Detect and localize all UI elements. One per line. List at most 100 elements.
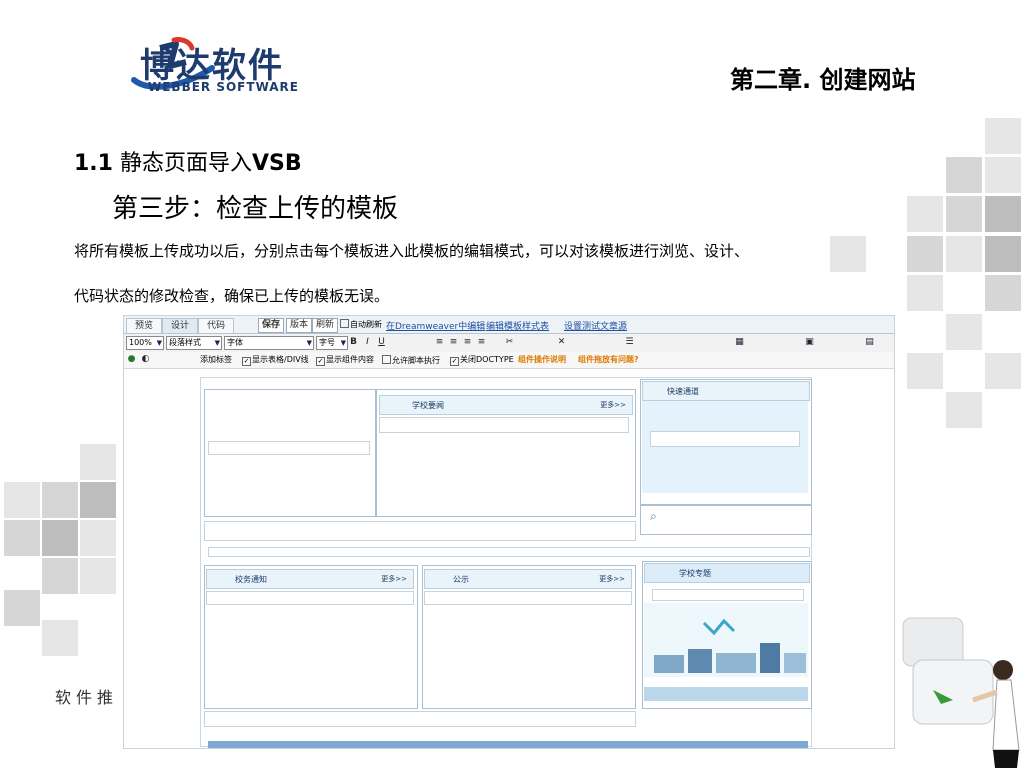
tab-preview[interactable]: 预览 [126, 318, 162, 333]
show-component-checkbox[interactable]: ✓ 显示组件内容 [316, 355, 374, 366]
step-title: 第三步：检查上传的模板 [112, 194, 399, 224]
public-notice-title: 公示 [453, 575, 469, 584]
link-icon[interactable]: ◐ [140, 354, 151, 365]
close-doctype-checkbox[interactable]: ✓ 关闭DOCTYPE [450, 355, 514, 366]
deco-square [907, 196, 943, 232]
template-css-link[interactable]: 编辑模板样式表 [486, 319, 549, 332]
component-icon[interactable]: ● [126, 354, 137, 365]
public-list-box [424, 591, 632, 605]
deco-square [946, 196, 982, 232]
school-news-header: 学校要闻 更多>> [379, 395, 633, 415]
options-toolbar: ● ◐ 添加标签 ✓ 显示表格/DIV线 ✓ 显示组件内容 允许脚本执行 ✓ 关闭DO… [124, 352, 894, 369]
deco-square [907, 275, 943, 311]
school-topic-header: 学校专题 [644, 563, 810, 583]
grid-icon[interactable]: ▤ [864, 337, 875, 348]
editor-tab-bar: 预览 设计 代码 保存 版本 刷新 自动刷新 在Dreamweaver中编辑 编… [124, 316, 894, 334]
refresh-button[interactable]: 刷新 [312, 318, 339, 333]
deco-square [4, 482, 40, 518]
editor-screenshot: 预览 设计 代码 保存 版本 刷新 自动刷新 在Dreamweaver中编辑 编… [123, 315, 895, 749]
show-table-div-checkbox[interactable]: ✓ 显示表格/DIV线 [242, 355, 309, 366]
deco-square [946, 157, 982, 193]
separator-bar [208, 547, 810, 557]
deco-square [42, 620, 78, 656]
align-right-icon[interactable]: ≡ [462, 337, 473, 348]
footer-text: 软件推 [55, 688, 119, 707]
bold-icon[interactable]: B [348, 337, 359, 348]
deco-square [985, 275, 1021, 311]
font-select[interactable]: 字体 [224, 336, 314, 350]
format-toolbar: 100% 段落样式 字体 字号 B I U ≡ ≡ ≡ ≡ ✂ ✕ ☰ ▦ ▣ … [124, 334, 894, 353]
description-line: 代码状态的修改检查，确保已上传的模板无误。 [74, 287, 390, 305]
section-suffix: VSB [252, 151, 302, 176]
topic-input[interactable] [652, 589, 804, 601]
quick-access-input[interactable] [650, 431, 800, 447]
deco-square [42, 520, 78, 556]
deco-square [4, 590, 40, 626]
deco-square [830, 236, 866, 272]
allow-script-checkbox[interactable]: 允许脚本执行 [382, 355, 440, 366]
left-input-box[interactable] [208, 441, 370, 455]
more-link[interactable]: 更多>> [600, 400, 626, 410]
component-help-link[interactable]: 组件操作说明 [518, 355, 566, 365]
tab-design[interactable]: 设计 [162, 318, 198, 333]
school-topic-title: 学校专题 [679, 569, 711, 578]
align-center-icon[interactable]: ≡ [448, 337, 459, 348]
deco-square [80, 444, 116, 480]
section-title: 1.1 静态页面导入VSB [74, 145, 302, 177]
design-canvas: 学校要闻 更多>> 快速通道 ⌕ 校务通知 更多>> 公示 更多>> 学校专题 [124, 369, 894, 748]
close-doctype-label: 关闭DOCTYPE [460, 355, 514, 364]
show-component-label: 显示组件内容 [326, 355, 374, 364]
italic-icon[interactable]: I [362, 337, 373, 348]
test-source-link[interactable]: 设置测试文章源 [564, 319, 627, 332]
deco-square [80, 558, 116, 594]
paragraph-style-select[interactable]: 段落样式 [166, 336, 222, 350]
quick-access-body [642, 401, 808, 493]
section-number: 1.1 [74, 151, 113, 176]
image-icon[interactable]: ▣ [804, 337, 815, 348]
keyboard-figure-icon [902, 617, 1020, 768]
search-icon[interactable]: ⌕ [648, 510, 659, 522]
justify-icon[interactable]: ≡ [476, 337, 487, 348]
school-news-title: 学校要闻 [412, 401, 444, 410]
more-link[interactable]: 更多>> [599, 574, 625, 584]
public-notice-header: 公示 更多>> [424, 569, 632, 589]
cut-icon[interactable]: ✂ [504, 337, 515, 348]
topic-footer-bar [644, 687, 808, 701]
zoom-select[interactable]: 100% [126, 336, 164, 350]
affairs-notice-header: 校务通知 更多>> [206, 569, 414, 589]
bottom-bar [204, 711, 636, 727]
save-button[interactable]: 保存 [258, 318, 285, 333]
table-icon[interactable]: ▦ [734, 337, 745, 348]
font-size-select[interactable]: 字号 [316, 336, 348, 350]
add-tag-button[interactable]: 添加标签 [200, 355, 232, 365]
brand-name-en: WEBBER SOFTWARE [148, 80, 299, 94]
delete-icon[interactable]: ✕ [556, 337, 567, 348]
more-link[interactable]: 更多>> [381, 574, 407, 584]
auto-refresh-label: 自动刷新 [350, 320, 382, 329]
search-panel [640, 505, 812, 535]
deco-square [907, 236, 943, 272]
quick-access-title: 快速通道 [667, 387, 699, 396]
footer-strip [208, 741, 808, 748]
list-icon[interactable]: ☰ [624, 337, 635, 348]
allow-script-label: 允许脚本执行 [392, 356, 440, 365]
tab-code[interactable]: 代码 [198, 318, 234, 333]
description-line: 将所有模板上传成功以后，分别点击每个模板进入此模板的编辑模式，可以对该模板进行浏… [74, 242, 750, 260]
deco-square [985, 353, 1021, 389]
affairs-notice-title: 校务通知 [235, 575, 267, 584]
deco-square [80, 520, 116, 556]
deco-square [946, 314, 982, 350]
auto-refresh-checkbox[interactable]: 自动刷新 [340, 319, 382, 330]
campus-building-icon [644, 603, 808, 677]
deco-square [985, 118, 1021, 154]
underline-icon[interactable]: U [376, 337, 387, 348]
dreamweaver-link[interactable]: 在Dreamweaver中编辑 [386, 319, 485, 332]
deco-square [946, 392, 982, 428]
version-button[interactable]: 版本 [286, 318, 313, 333]
deco-square [4, 520, 40, 556]
deco-square [42, 482, 78, 518]
deco-square [985, 157, 1021, 193]
component-question-link[interactable]: 组件拖放有问题? [578, 355, 639, 365]
align-left-icon[interactable]: ≡ [434, 337, 445, 348]
section-name: 静态页面导入 [119, 151, 252, 176]
